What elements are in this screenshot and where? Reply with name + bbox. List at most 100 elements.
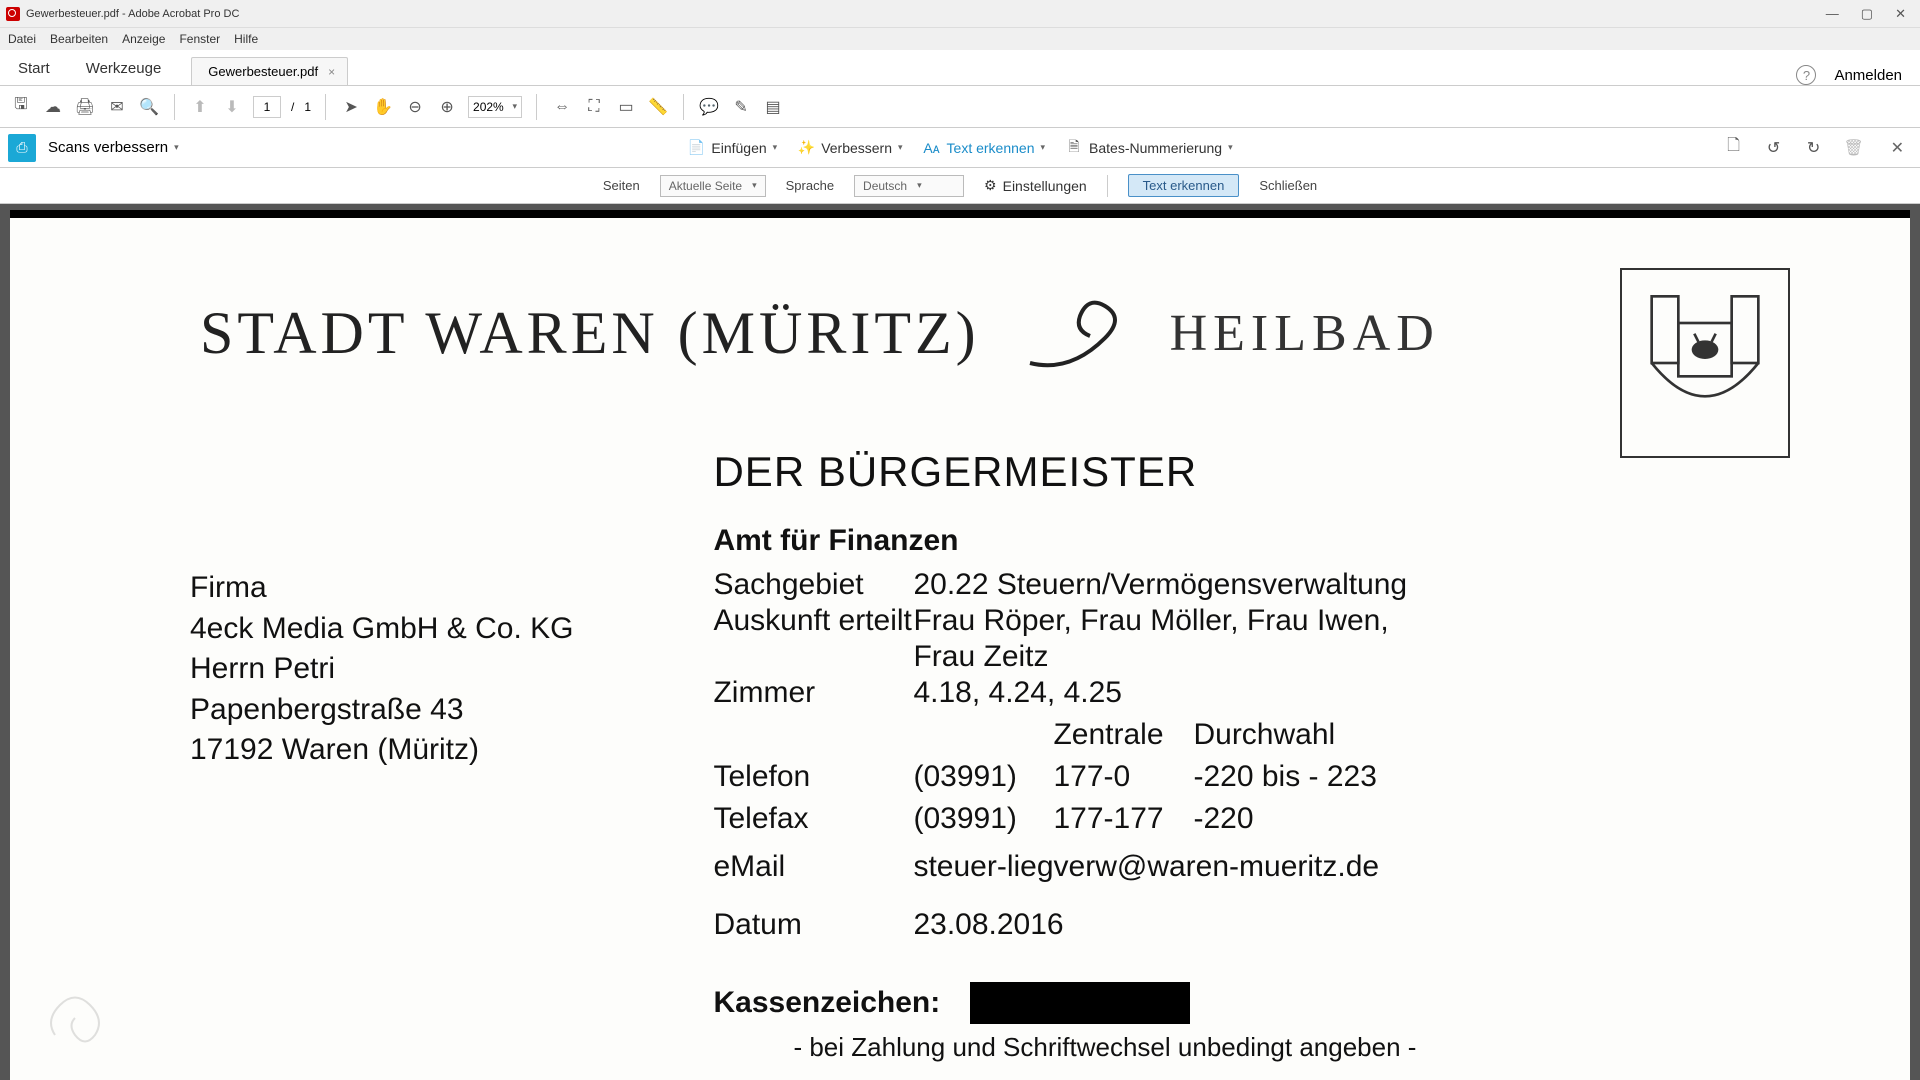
bates-button[interactable]: 🗎 Bates-Nummerierung ▾: [1065, 139, 1233, 157]
heilbad-label: HEILBAD: [1170, 304, 1440, 363]
settings-button[interactable]: ⚙ Einstellungen: [984, 177, 1087, 194]
recognize-text-label: Text erkennen: [947, 140, 1035, 156]
page-total: 1: [304, 100, 311, 114]
separator: [536, 94, 537, 120]
zoom-select[interactable]: 202% ▾: [468, 96, 522, 118]
tabbar: Start Werkzeuge Gewerbesteuer.pdf × ? An…: [0, 50, 1920, 86]
tab-close-icon[interactable]: ×: [328, 65, 335, 79]
bates-label: Bates-Nummerierung: [1089, 140, 1222, 156]
document-viewport[interactable]: STADT WAREN (MÜRITZ) HEILBAD Firma 4eck …: [0, 204, 1920, 1080]
chevron-down-icon: ▾: [1228, 142, 1233, 153]
maximize-button[interactable]: ▢: [1861, 6, 1873, 22]
menubar: Datei Bearbeiten Anzeige Fenster Hilfe: [0, 28, 1920, 50]
city-crest-icon: [1620, 268, 1790, 458]
sender-info: DER BÜRGERMEISTER Amt für Finanzen Sachg…: [713, 448, 1416, 1063]
chevron-down-icon: ▾: [773, 142, 778, 153]
save-icon[interactable]: 🖫: [10, 96, 32, 118]
chevron-down-icon: ▾: [513, 101, 518, 112]
field-label: Telefax: [713, 802, 913, 836]
recipient-address: Firma 4eck Media GmbH & Co. KG Herrn Pet…: [190, 568, 573, 1063]
field-value: steuer-liegverw@waren-mueritz.de: [913, 850, 1416, 884]
page-up-icon[interactable]: ⬆: [189, 96, 211, 118]
window-title: Gewerbesteuer.pdf - Adobe Acrobat Pro DC: [26, 8, 239, 20]
watermark-icon: [40, 980, 120, 1050]
addr-line: Herrn Petri: [190, 649, 573, 690]
scan-tool-label[interactable]: Scans verbessern ▾: [48, 139, 179, 156]
department-heading: Amt für Finanzen: [713, 524, 1416, 558]
page-add-icon[interactable]: 🗋: [1723, 137, 1745, 159]
signin-link[interactable]: Anmelden: [1834, 67, 1902, 84]
field-label: Sachgebiet: [713, 568, 913, 602]
page-down-icon[interactable]: ⬇: [221, 96, 243, 118]
bates-icon: 🗎: [1065, 139, 1083, 157]
help-icon[interactable]: ?: [1796, 65, 1816, 85]
comment-icon[interactable]: 💬: [698, 96, 720, 118]
col-header: Zentrale: [1053, 718, 1193, 752]
tab-werkzeuge[interactable]: Werkzeuge: [68, 52, 180, 85]
field-label: eMail: [713, 850, 913, 884]
language-select[interactable]: Deutsch ▾: [854, 175, 964, 197]
field-value: (03991): [913, 760, 1053, 794]
fit-width-icon[interactable]: ⇔: [551, 96, 573, 118]
reading-mode-icon[interactable]: ▭: [615, 96, 637, 118]
cloud-icon[interactable]: ☁: [42, 96, 64, 118]
kassenzeichen-label: Kassenzeichen:: [713, 986, 940, 1020]
recognize-text-button[interactable]: Aᴀ Text erkennen ▾: [923, 139, 1045, 157]
highlight-icon[interactable]: ✎: [730, 96, 752, 118]
tab-document[interactable]: Gewerbesteuer.pdf ×: [191, 57, 348, 85]
tab-start[interactable]: Start: [0, 52, 68, 85]
pages-select[interactable]: Aktuelle Seite ▾: [660, 175, 766, 197]
separator: [1107, 175, 1108, 197]
field-label: [713, 640, 913, 674]
close-panel-icon[interactable]: ✕: [1883, 138, 1912, 158]
field-value: 23.08.2016: [913, 908, 1416, 942]
rotate-ccw-icon[interactable]: ↺: [1763, 137, 1785, 159]
pages-select-value: Aktuelle Seite: [669, 179, 742, 193]
gear-icon: ⚙: [984, 177, 997, 194]
zoom-in-icon[interactable]: ⊕: [436, 96, 458, 118]
rotate-cw-icon[interactable]: ↻: [1803, 137, 1825, 159]
scan-tool-icon[interactable]: ⎙: [8, 134, 36, 162]
signature-icon[interactable]: ▤: [762, 96, 784, 118]
close-button[interactable]: ✕: [1895, 6, 1906, 22]
field-value: 177-0: [1053, 760, 1193, 794]
city-name: STADT WAREN (MÜRITZ): [200, 299, 980, 368]
mail-icon[interactable]: ✉: [106, 96, 128, 118]
print-icon[interactable]: 🖨: [74, 96, 96, 118]
swirl-logo-icon: [1010, 288, 1140, 378]
trash-icon[interactable]: 🗑: [1843, 137, 1865, 159]
field-value: Frau Röper, Frau Möller, Frau Iwen,: [913, 604, 1416, 638]
page-sep: /: [291, 100, 294, 114]
menu-bearbeiten[interactable]: Bearbeiten: [50, 32, 108, 46]
menu-fenster[interactable]: Fenster: [179, 32, 220, 46]
search-icon[interactable]: 🔍: [138, 96, 160, 118]
menu-datei[interactable]: Datei: [8, 32, 36, 46]
field-value: -220 bis - 223: [1193, 760, 1376, 794]
hand-icon[interactable]: ✋: [372, 96, 394, 118]
menu-anzeige[interactable]: Anzeige: [122, 32, 165, 46]
ruler-icon[interactable]: 📏: [647, 96, 669, 118]
pointer-icon[interactable]: ➤: [340, 96, 362, 118]
field-label: Zimmer: [713, 676, 913, 710]
insert-button[interactable]: 📄 Einfügen ▾: [687, 139, 777, 157]
zoom-value: 202%: [473, 100, 504, 114]
page-current-input[interactable]: [253, 96, 281, 118]
addr-line: Papenbergstraße 43: [190, 690, 573, 731]
menu-hilfe[interactable]: Hilfe: [234, 32, 258, 46]
zoom-out-icon[interactable]: ⊖: [404, 96, 426, 118]
insert-label: Einfügen: [711, 140, 766, 156]
app-icon: [6, 7, 20, 21]
mayor-heading: DER BÜRGERMEISTER: [713, 448, 1416, 496]
recognize-text-action-button[interactable]: Text erkennen: [1128, 174, 1240, 197]
enhance-button[interactable]: ✨ Verbessern ▾: [797, 139, 902, 157]
separator: [325, 94, 326, 120]
minimize-button[interactable]: —: [1826, 6, 1839, 22]
field-value: 4.18, 4.24, 4.25: [913, 676, 1416, 710]
close-link[interactable]: Schließen: [1259, 178, 1317, 193]
col-header: Durchwahl: [1193, 718, 1335, 752]
enhance-icon: ✨: [797, 139, 815, 157]
chevron-down-icon: ▾: [898, 142, 903, 153]
field-value: Frau Zeitz: [913, 640, 1416, 674]
pages-label: Seiten: [603, 178, 640, 193]
fit-page-icon[interactable]: ⛶: [583, 96, 605, 118]
